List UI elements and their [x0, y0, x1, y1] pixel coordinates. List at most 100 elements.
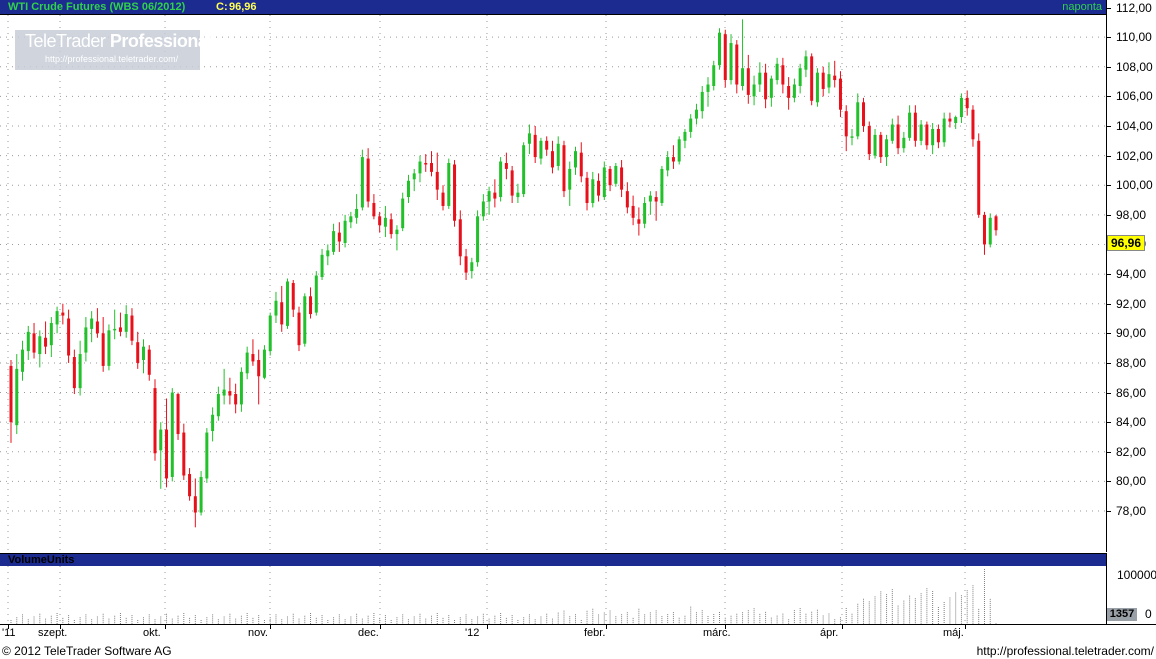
volume-chart[interactable] [0, 566, 1106, 624]
candle[interactable] [314, 271, 318, 316]
candle[interactable] [982, 211, 986, 255]
candle[interactable] [654, 191, 658, 221]
candle[interactable] [211, 407, 215, 442]
candle[interactable] [366, 148, 370, 208]
candle[interactable] [729, 34, 733, 85]
candle[interactable] [821, 66, 825, 97]
candle[interactable] [908, 105, 912, 141]
candle[interactable] [614, 163, 618, 187]
price-plot-area[interactable] [0, 15, 1106, 552]
candle[interactable] [931, 123, 935, 155]
candle[interactable] [159, 422, 163, 489]
candle[interactable] [660, 165, 664, 206]
candle[interactable] [510, 165, 514, 203]
candle[interactable] [867, 121, 871, 161]
candle[interactable] [562, 140, 566, 198]
candle[interactable] [222, 368, 226, 405]
candle[interactable] [78, 340, 82, 396]
candle[interactable] [291, 280, 295, 318]
candle[interactable] [936, 124, 940, 149]
candle[interactable] [458, 210, 462, 266]
candle[interactable] [913, 105, 917, 147]
candle[interactable] [539, 137, 543, 165]
candle[interactable] [579, 142, 583, 183]
candle[interactable] [412, 168, 416, 192]
candle[interactable] [406, 174, 410, 203]
period-selector[interactable]: naponta [1062, 1, 1102, 13]
candle[interactable] [424, 154, 428, 172]
candle[interactable] [718, 28, 722, 70]
candle[interactable] [856, 93, 860, 140]
candle[interactable] [988, 213, 992, 248]
candle[interactable] [464, 248, 468, 281]
candle[interactable] [942, 112, 946, 147]
candle[interactable] [700, 85, 704, 119]
candle[interactable] [124, 305, 128, 338]
candle[interactable] [435, 152, 439, 201]
candle[interactable] [597, 173, 601, 202]
volume-plot-area[interactable] [0, 566, 1106, 624]
candle[interactable] [72, 349, 76, 395]
candle[interactable] [896, 115, 900, 155]
candle[interactable] [153, 379, 157, 461]
candle[interactable] [262, 345, 266, 380]
candle[interactable] [360, 149, 364, 211]
candle[interactable] [130, 308, 134, 346]
candle[interactable] [533, 125, 537, 164]
candle[interactable] [608, 165, 612, 192]
candle[interactable] [833, 60, 837, 88]
candle[interactable] [643, 197, 647, 229]
candle[interactable] [476, 210, 480, 267]
candle[interactable] [487, 186, 491, 215]
candle[interactable] [395, 225, 399, 251]
price-chart[interactable] [0, 15, 1106, 552]
candle[interactable] [815, 68, 819, 107]
candle[interactable] [683, 128, 687, 149]
candle[interactable] [401, 192, 405, 232]
candle[interactable] [21, 340, 25, 381]
candle[interactable] [429, 151, 433, 177]
candle[interactable] [372, 194, 376, 220]
candle[interactable] [245, 346, 249, 380]
candle[interactable] [320, 248, 324, 281]
candle[interactable] [862, 97, 866, 132]
candle[interactable] [902, 131, 906, 153]
candle[interactable] [141, 339, 145, 374]
candle[interactable] [677, 136, 681, 165]
candle[interactable] [205, 428, 209, 483]
candle[interactable] [602, 161, 606, 201]
candle[interactable] [798, 63, 802, 94]
candle[interactable] [499, 157, 503, 202]
candle[interactable] [61, 303, 65, 325]
candle[interactable] [147, 345, 151, 381]
candle[interactable] [954, 115, 958, 129]
candle[interactable] [925, 121, 929, 150]
candle[interactable] [723, 29, 727, 88]
candle[interactable] [764, 63, 768, 109]
candle[interactable] [118, 312, 122, 337]
candle[interactable] [193, 478, 197, 528]
candle[interactable] [781, 57, 785, 94]
candle[interactable] [44, 321, 48, 355]
candle[interactable] [752, 75, 756, 106]
candle[interactable] [890, 118, 894, 144]
candle[interactable] [556, 136, 560, 171]
candle[interactable] [971, 105, 975, 147]
candle[interactable] [38, 330, 42, 368]
candle[interactable] [101, 317, 105, 372]
candle[interactable] [585, 171, 589, 211]
candle[interactable] [84, 317, 88, 362]
candle[interactable] [550, 140, 554, 174]
instrument-title[interactable]: WTI Crude Futures (WBS 06/2012) [8, 1, 185, 13]
candle[interactable] [216, 386, 220, 421]
candle[interactable] [545, 136, 549, 156]
candle[interactable] [326, 244, 330, 266]
candle[interactable] [234, 383, 238, 414]
candle[interactable] [758, 62, 762, 92]
candle[interactable] [90, 311, 94, 343]
candle[interactable] [453, 160, 457, 227]
candle[interactable] [32, 322, 36, 359]
candle[interactable] [591, 171, 595, 208]
candle[interactable] [55, 306, 59, 334]
candle[interactable] [574, 146, 578, 175]
